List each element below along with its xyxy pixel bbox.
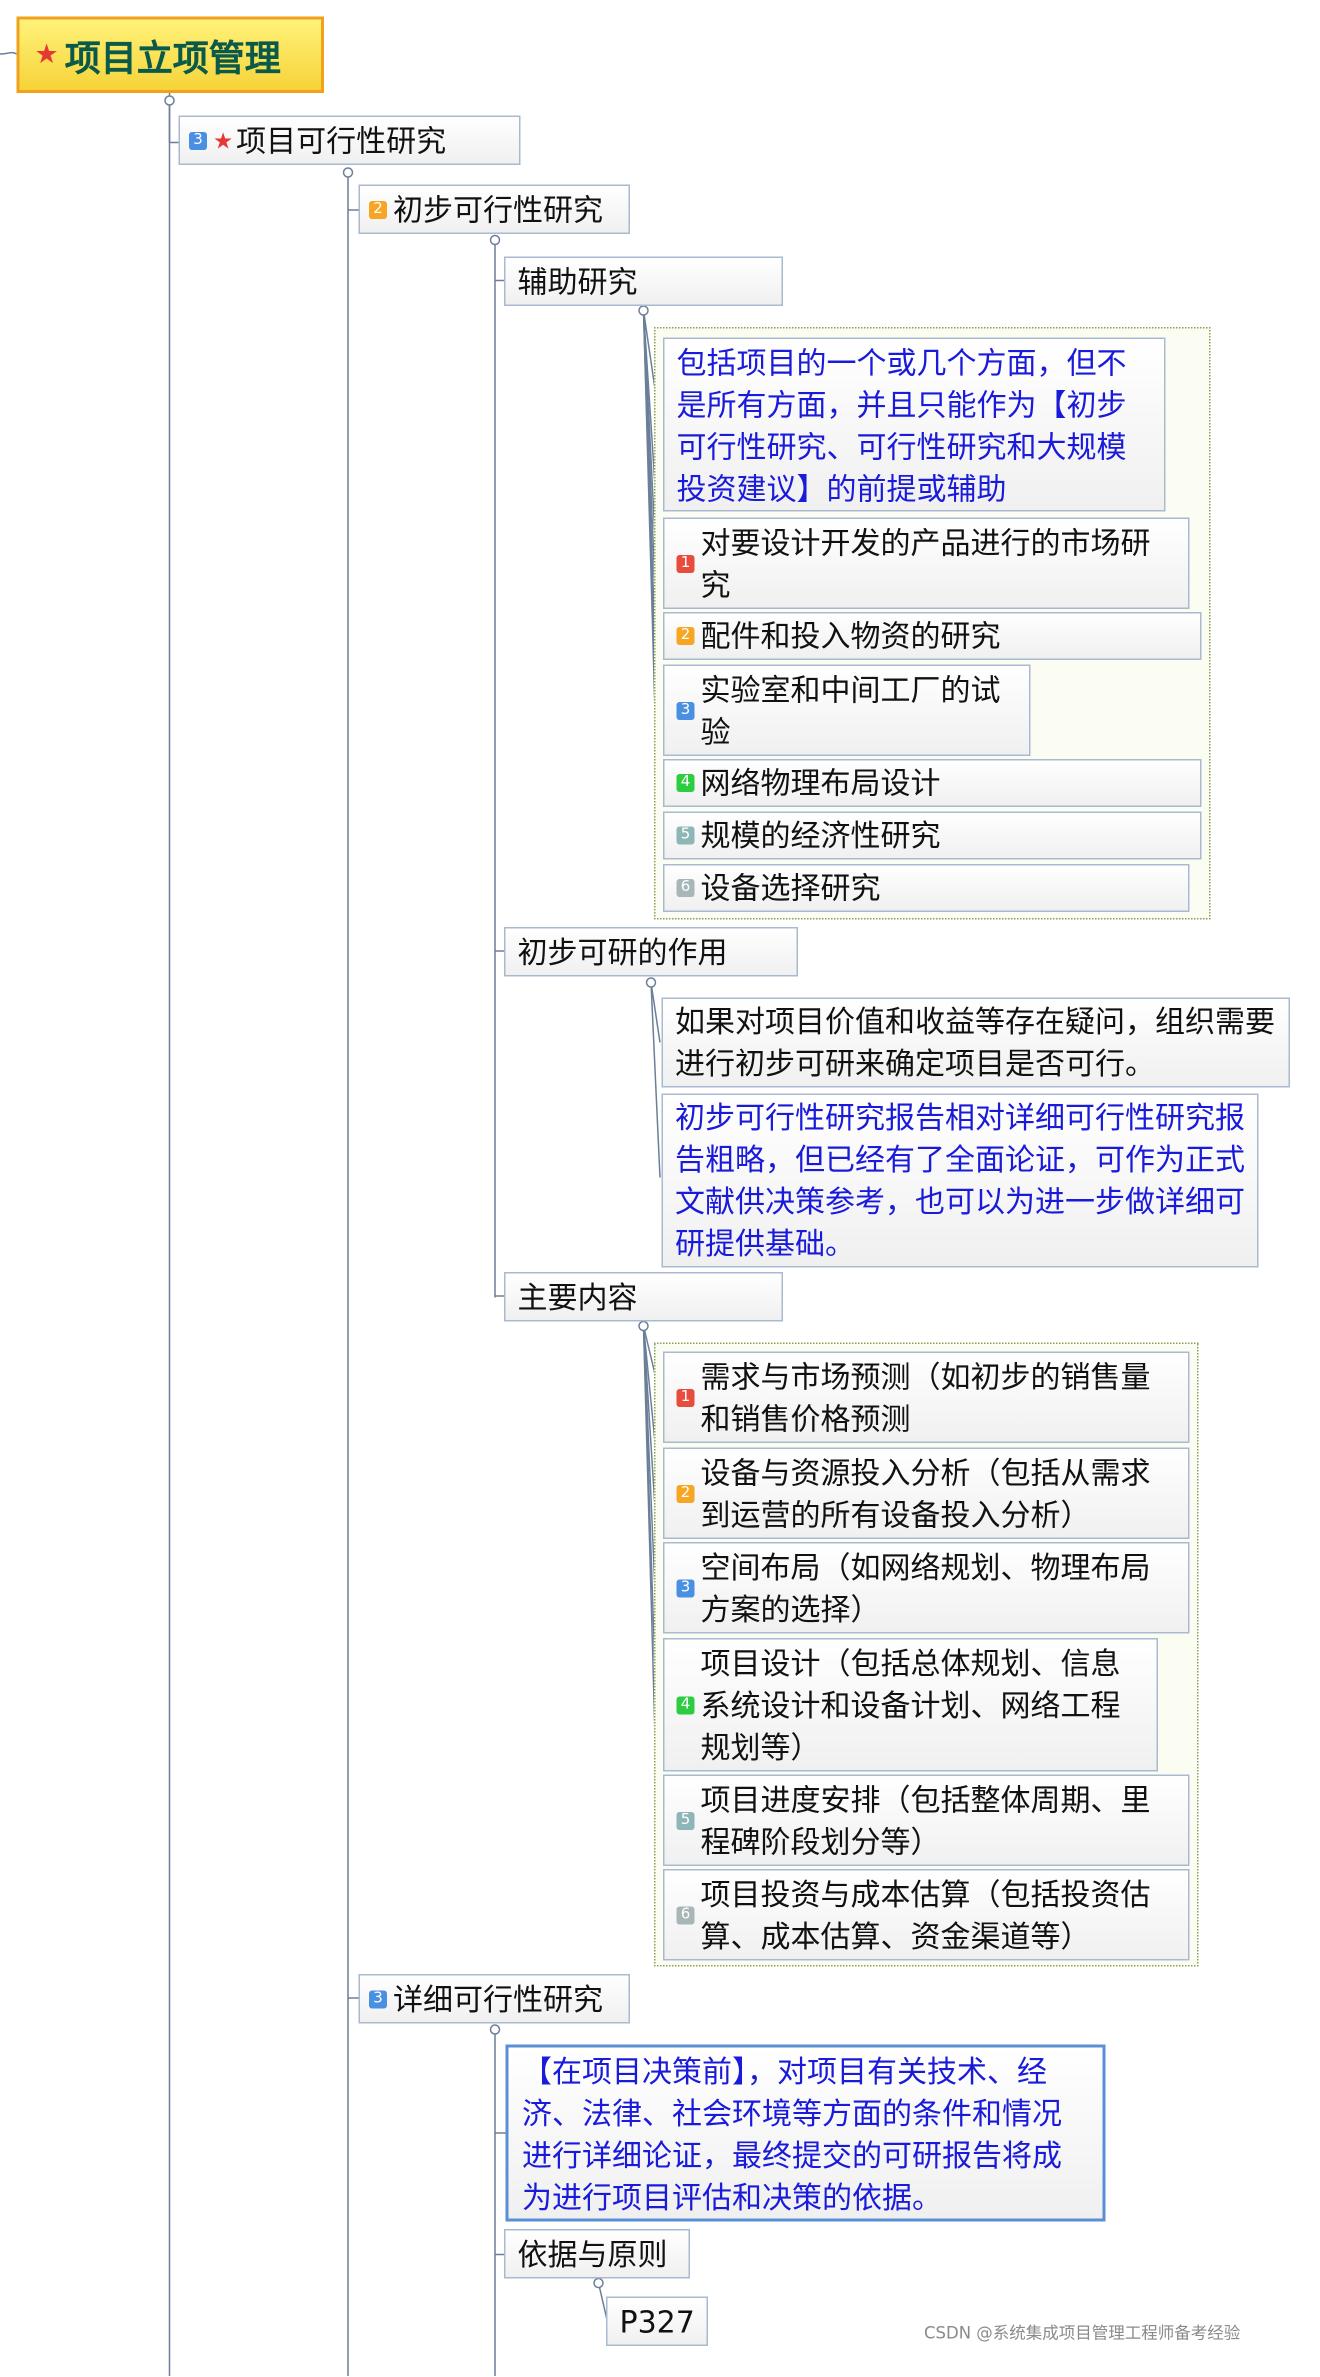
- aux-item[interactable]: 4 网络物理布局设计: [663, 759, 1202, 807]
- mind-map: ★ 项目立项管理 3 ★ 项目可行性研究 2 初步可行性研究 辅助研究 包括项目…: [0, 0, 1320, 2376]
- item-text: 规模的经济性研究: [700, 817, 941, 854]
- star-icon: ★: [34, 39, 59, 71]
- priority-4-icon: 4: [676, 774, 695, 792]
- topic-main-content[interactable]: 主要内容: [504, 1272, 783, 1322]
- content-item[interactable]: 4 项目设计（包括总体规划、信息系统设计和设备计划、网络工程规划等）: [663, 1638, 1158, 1772]
- star-icon: ★: [213, 126, 234, 154]
- content-item[interactable]: 1 需求与市场预测（如初步的销售量和销售价格预测: [663, 1351, 1190, 1443]
- note-text: 初步可行性研究报告相对详细可行性研究报告粗略，但已经有了全面论证，可作为正式文献…: [675, 1099, 1245, 1262]
- topic-feasibility-study[interactable]: 3 ★ 项目可行性研究: [178, 115, 521, 165]
- aux-item[interactable]: 3 实验室和中间工厂的试验: [663, 664, 1031, 756]
- content-item[interactable]: 6 项目投资与成本估算（包括投资估算、成本估算、资金渠道等）: [663, 1869, 1190, 1961]
- topic-label: 主要内容: [517, 1279, 638, 1316]
- priority-5-icon: 5: [676, 1811, 695, 1830]
- watermark: CSDN @系统集成项目管理工程师备考经验: [924, 2323, 1241, 2344]
- item-text: 配件和投入物资的研究: [700, 618, 1001, 654]
- item-text: 需求与市场预测（如初步的销售量和销售价格预测: [700, 1358, 1151, 1437]
- item-text: 项目进度安排（包括整体周期、里程碑阶段划分等）: [700, 1781, 1151, 1860]
- note-text: 包括项目的一个或几个方面，但不是所有方面，并且只能作为【初步可行性研究、可行性研…: [676, 345, 1127, 507]
- priority-4-icon: 4: [676, 1695, 695, 1714]
- priority-6-icon: 6: [676, 1905, 695, 1924]
- priority-2-icon: 2: [676, 1484, 695, 1503]
- priority-3-icon: 3: [676, 1578, 695, 1597]
- aux-item[interactable]: 1 对要设计开发的产品进行的市场研究: [663, 517, 1190, 609]
- item-text: 设备选择研究: [700, 870, 881, 906]
- priority-2-icon: 2: [369, 200, 387, 219]
- priority-3-icon: 3: [676, 701, 695, 720]
- priority-3-icon: 3: [189, 131, 207, 150]
- reference-text: P327: [619, 2304, 695, 2340]
- topic-label: 依据与原则: [517, 2236, 668, 2273]
- item-text: 设备与资源投入分析（包括从需求到运营的所有设备投入分析）: [700, 1454, 1151, 1533]
- priority-5-icon: 5: [676, 826, 695, 845]
- note-text: 【在项目决策前】，对项目有关技术、经济、法律、社会环境等方面的条件和情况进行详细…: [522, 2053, 1062, 2216]
- topic-detailed-feasibility[interactable]: 3 详细可行性研究: [358, 1974, 630, 2024]
- topic-label: 辅助研究: [517, 264, 638, 300]
- item-text: 网络物理布局设计: [700, 765, 941, 801]
- topic-basis-principles[interactable]: 依据与原则: [504, 2229, 690, 2279]
- topic-label: 详细可行性研究: [393, 1980, 603, 2017]
- item-text: 项目设计（包括总体规划、信息系统设计和设备计划、网络工程规划等）: [700, 1644, 1121, 1765]
- aux-note[interactable]: 包括项目的一个或几个方面，但不是所有方面，并且只能作为【初步可行性研究、可行性研…: [663, 337, 1166, 512]
- content-item[interactable]: 2 设备与资源投入分析（包括从需求到运营的所有设备投入分析）: [663, 1447, 1190, 1539]
- aux-item[interactable]: 6 设备选择研究: [663, 864, 1190, 912]
- priority-6-icon: 6: [676, 879, 695, 897]
- priority-3-icon: 3: [369, 1989, 387, 2008]
- item-text: 实验室和中间工厂的试验: [700, 671, 1001, 750]
- topic-label: 初步可研的作用: [517, 934, 728, 971]
- root-topic[interactable]: ★ 项目立项管理: [16, 16, 324, 93]
- content-item[interactable]: 5 项目进度安排（包括整体周期、里程碑阶段划分等）: [663, 1774, 1190, 1866]
- topic-label: 项目可行性研究: [236, 122, 447, 159]
- priority-1-icon: 1: [676, 1388, 695, 1407]
- detail-note[interactable]: 【在项目决策前】，对项目有关技术、经济、法律、社会环境等方面的条件和情况进行详细…: [505, 2044, 1106, 2222]
- root-title: 项目立项管理: [64, 37, 281, 80]
- aux-item[interactable]: 5 规模的经济性研究: [663, 811, 1202, 860]
- topic-label: 初步可行性研究: [393, 191, 603, 228]
- item-text: 空间布局（如网络规划、物理布局方案的选择）: [700, 1548, 1151, 1627]
- note-text: 如果对项目价值和收益等存在疑问，组织需要进行初步可研来确定项目是否可行。: [675, 1003, 1275, 1082]
- item-text: 对要设计开发的产品进行的市场研究: [700, 524, 1151, 603]
- topic-preliminary-role[interactable]: 初步可研的作用: [504, 927, 798, 977]
- role-text-1[interactable]: 如果对项目价值和收益等存在疑问，组织需要进行初步可研来确定项目是否可行。: [661, 997, 1290, 1088]
- role-text-2[interactable]: 初步可行性研究报告相对详细可行性研究报告粗略，但已经有了全面论证，可作为正式文献…: [661, 1093, 1259, 1268]
- priority-1-icon: 1: [676, 554, 695, 573]
- content-item[interactable]: 3 空间布局（如网络规划、物理布局方案的选择）: [663, 1542, 1190, 1634]
- page-reference[interactable]: P327: [606, 2296, 708, 2346]
- topic-preliminary-feasibility[interactable]: 2 初步可行性研究: [358, 184, 630, 234]
- priority-2-icon: 2: [676, 627, 695, 645]
- aux-item[interactable]: 2 配件和投入物资的研究: [663, 612, 1202, 660]
- item-text: 项目投资与成本估算（包括投资估算、成本估算、资金渠道等）: [700, 1875, 1151, 1954]
- topic-auxiliary-research[interactable]: 辅助研究: [504, 256, 783, 306]
